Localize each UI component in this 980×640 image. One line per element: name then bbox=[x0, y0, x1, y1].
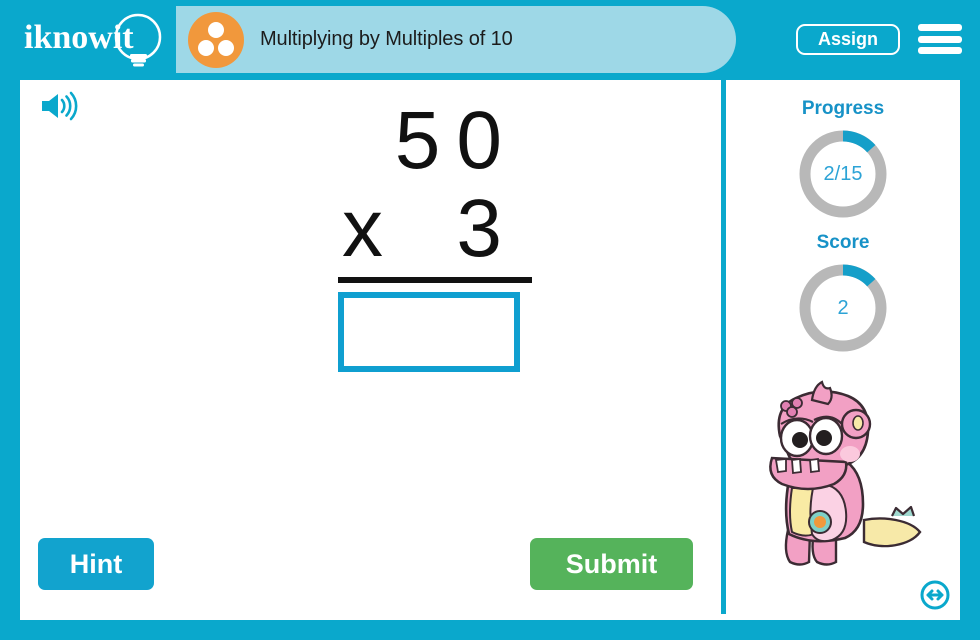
hamburger-menu-icon[interactable] bbox=[918, 22, 962, 56]
resize-horizontal-icon[interactable] bbox=[920, 580, 950, 610]
assign-button[interactable]: Assign bbox=[795, 24, 900, 55]
hint-button[interactable]: Hint bbox=[38, 538, 154, 590]
status-panel: Progress 2/15 Score 2 bbox=[726, 80, 960, 620]
operator-symbol: x bbox=[342, 183, 383, 274]
logo-svg: iknowit bbox=[24, 13, 162, 67]
multiplier-row: x 3 bbox=[338, 186, 518, 272]
multiplicand: 50 bbox=[394, 95, 518, 186]
iknowit-logo[interactable]: iknowit bbox=[22, 12, 172, 68]
app-root: iknowit Multiplying by Multiples of 10 A… bbox=[0, 0, 980, 640]
app-header: iknowit Multiplying by Multiples of 10 A… bbox=[0, 0, 980, 78]
pink-monster-mascot bbox=[752, 380, 932, 580]
progress-value: 2/15 bbox=[823, 162, 863, 185]
progress-ring: 2/15 bbox=[795, 126, 891, 222]
multiplier: 3 bbox=[456, 183, 502, 274]
logo-wordmark: iknowit bbox=[24, 19, 134, 56]
submit-button[interactable]: Submit bbox=[530, 538, 693, 590]
lesson-title-pill: Multiplying by Multiples of 10 bbox=[176, 6, 736, 73]
score-ring: 2 bbox=[795, 260, 891, 356]
answer-input-box[interactable] bbox=[338, 292, 520, 372]
score-label: Score bbox=[816, 232, 870, 253]
math-problem: 50 x 3 bbox=[280, 98, 540, 388]
score-value: 2 bbox=[837, 296, 849, 319]
speaker-sound-icon[interactable] bbox=[38, 90, 80, 122]
progress-label: Progress bbox=[801, 98, 885, 119]
three-dots-circle-icon bbox=[188, 11, 244, 68]
lesson-canvas: 50 x 3 Progress 2/15 Score 2 Hint Submit bbox=[20, 80, 960, 620]
problem-rule-line bbox=[338, 277, 532, 283]
stage-frame: 50 x 3 Progress 2/15 Score 2 Hint Submit bbox=[0, 78, 980, 640]
lesson-title: Multiplying by Multiples of 10 bbox=[260, 28, 513, 50]
